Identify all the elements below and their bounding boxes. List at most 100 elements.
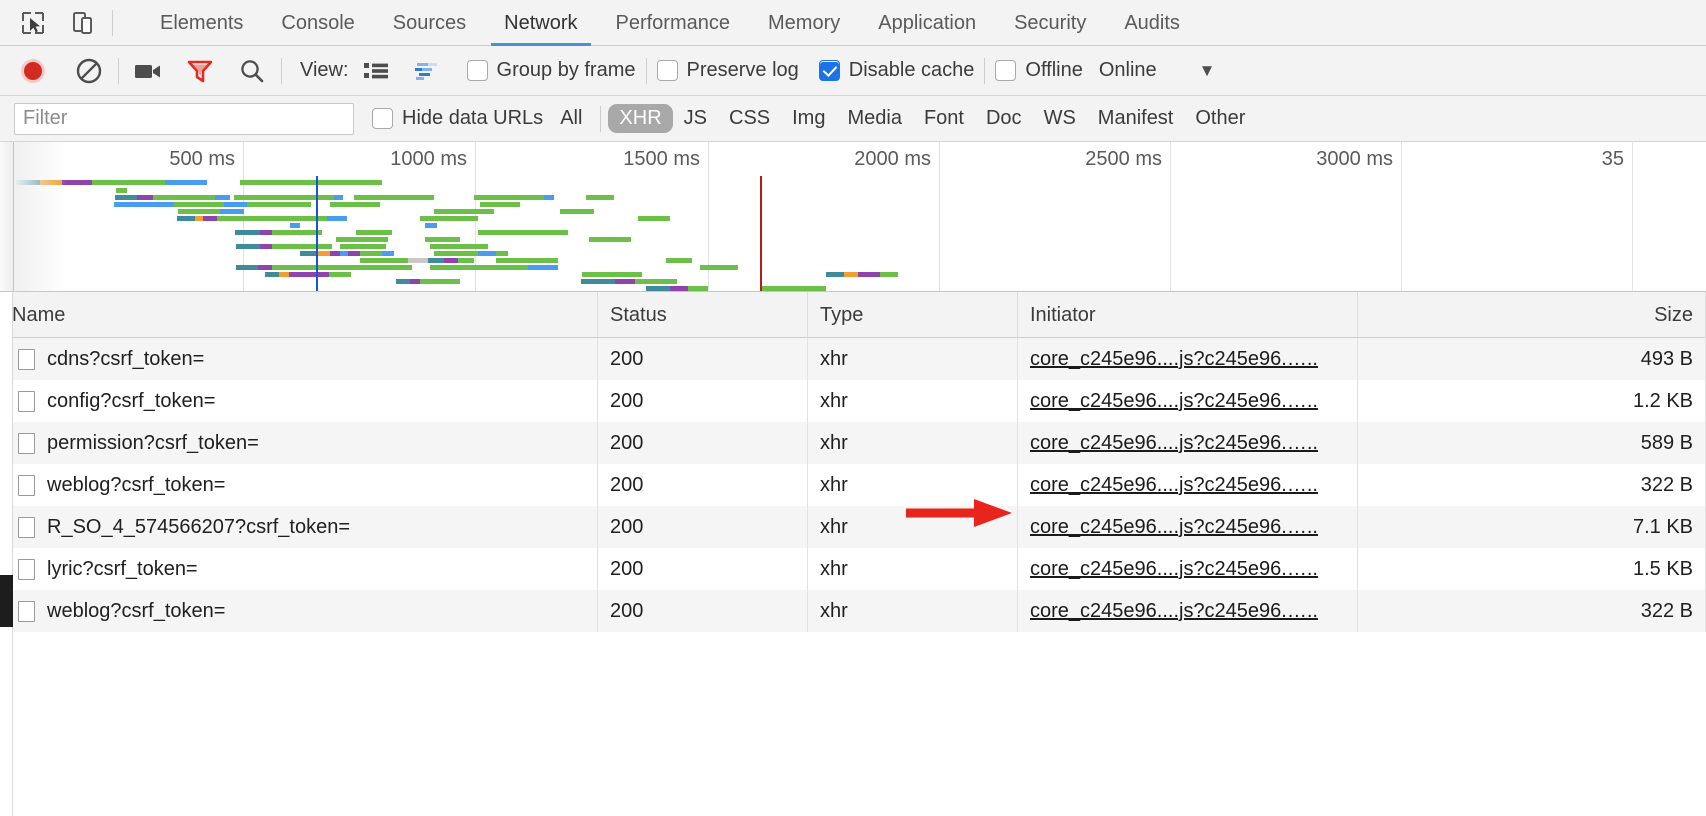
network-overview-timeline[interactable]: 500 ms1000 ms1500 ms2000 ms2500 ms3000 m… (0, 142, 1706, 292)
column-header-initiator[interactable]: Initiator (1018, 292, 1358, 338)
requests-table-header: NameStatusTypeInitiatorSize (0, 292, 1706, 338)
table-row[interactable]: permission?csrf_token=200xhrcore_c245e96… (0, 422, 1706, 464)
timeline-bar-segment (340, 251, 348, 256)
filter-type-manifest[interactable]: Manifest (1087, 104, 1185, 133)
filter-input[interactable] (14, 103, 354, 135)
timeline-bar-segment (318, 251, 330, 256)
chevron-down-icon[interactable]: ▼ (1199, 61, 1216, 81)
filter-type-media[interactable]: Media (836, 104, 912, 133)
cell-initiator[interactable]: core_c245e96....js?c245e96.….. (1018, 380, 1358, 422)
timeline-bar-segment (330, 202, 380, 207)
initiator-link[interactable]: core_c245e96....js?c245e96.….. (1030, 432, 1318, 454)
initiator-link[interactable]: core_c245e96....js?c245e96.….. (1030, 558, 1318, 580)
timeline-bar-segment (265, 272, 279, 277)
timeline-bar-segment (137, 195, 153, 200)
hide-data-urls-checkbox[interactable]: Hide data URLs (372, 107, 543, 130)
tabstrip-divider (112, 10, 113, 36)
column-header-size[interactable]: Size (1358, 292, 1706, 338)
filter-type-xhr[interactable]: XHR (608, 104, 672, 133)
timeline-request-bar (700, 265, 738, 270)
timeline-bar-segment (581, 279, 615, 284)
network-filter-bar: Hide data URLs All XHR JS CSS Img Media … (0, 96, 1706, 142)
table-row[interactable]: cdns?csrf_token=200xhrcore_c245e96....js… (0, 338, 1706, 380)
tab-sources[interactable]: Sources (374, 0, 485, 46)
preserve-log-checkbox[interactable]: Preserve log (657, 59, 799, 82)
filter-divider (600, 106, 601, 132)
timeline-bar-segment (458, 258, 474, 263)
timeline-bar-segment (880, 272, 898, 277)
tab-label: Network (504, 12, 577, 34)
filter-icon[interactable] (181, 52, 219, 90)
timeline-bar-segment (177, 216, 195, 221)
device-toolbar-icon[interactable] (68, 8, 98, 38)
checkbox-box (467, 60, 488, 81)
cell-size: 493 B (1358, 338, 1706, 380)
tab-console[interactable]: Console (262, 0, 373, 46)
timeline-bar-segment (382, 251, 394, 256)
offline-checkbox[interactable]: Offline (995, 59, 1082, 82)
request-name: weblog?csrf_token= (47, 590, 225, 632)
table-row[interactable]: weblog?csrf_token=200xhrcore_c245e96....… (0, 590, 1706, 632)
timeline-bar-segment (336, 237, 388, 242)
timeline-bar-segment (444, 258, 458, 263)
filter-type-other[interactable]: Other (1184, 104, 1256, 133)
scrollbar-thumb[interactable] (0, 575, 13, 627)
timeline-request-bar (560, 209, 594, 214)
table-left-gutter (0, 292, 13, 816)
filter-type-js[interactable]: JS (673, 104, 718, 133)
timeline-request-bar (234, 195, 343, 200)
timeline-request-bar (434, 209, 494, 214)
disable-cache-checkbox[interactable]: Disable cache (819, 59, 975, 82)
tab-security[interactable]: Security (995, 0, 1105, 46)
group-by-frame-checkbox[interactable]: Group by frame (467, 59, 636, 82)
initiator-link[interactable]: core_c245e96....js?c245e96.….. (1030, 348, 1318, 370)
capture-screenshots-icon[interactable] (129, 52, 167, 90)
filter-type-css[interactable]: CSS (718, 104, 781, 133)
timeline-request-bar (236, 265, 412, 270)
initiator-link[interactable]: core_c245e96....js?c245e96.….. (1030, 516, 1318, 538)
inspect-element-icon[interactable] (18, 8, 48, 38)
timeline-request-bar (297, 180, 382, 185)
cell-initiator[interactable]: core_c245e96....js?c245e96.….. (1018, 464, 1358, 506)
filter-type-doc[interactable]: Doc (975, 104, 1033, 133)
cell-initiator[interactable]: core_c245e96....js?c245e96.….. (1018, 590, 1358, 632)
record-button[interactable] (14, 52, 52, 90)
column-header-status[interactable]: Status (598, 292, 808, 338)
view-waterfall-icon[interactable] (409, 52, 447, 90)
cell-name: R_SO_4_574566207?csrf_token= (0, 506, 598, 548)
column-header-name[interactable]: Name (0, 292, 598, 338)
timeline-bar-segment (635, 279, 677, 284)
initiator-link[interactable]: core_c245e96....js?c245e96.….. (1030, 390, 1318, 412)
clear-button[interactable] (70, 52, 108, 90)
cell-initiator[interactable]: core_c245e96....js?c245e96.….. (1018, 506, 1358, 548)
tab-application[interactable]: Application (859, 0, 995, 46)
table-row[interactable]: R_SO_4_574566207?csrf_token=200xhrcore_c… (0, 506, 1706, 548)
table-row[interactable]: lyric?csrf_token=200xhrcore_c245e96....j… (0, 548, 1706, 590)
cell-initiator[interactable]: core_c245e96....js?c245e96.….. (1018, 422, 1358, 464)
timeline-bar-segment (408, 258, 428, 263)
cell-initiator[interactable]: core_c245e96....js?c245e96.….. (1018, 548, 1358, 590)
cell-initiator[interactable]: core_c245e96....js?c245e96.….. (1018, 338, 1358, 380)
search-icon[interactable] (233, 52, 271, 90)
timeline-bar-segment (279, 272, 289, 277)
timeline-bar-segment (589, 237, 631, 242)
tab-elements[interactable]: Elements (141, 0, 262, 46)
column-header-type[interactable]: Type (808, 292, 1018, 338)
tab-audits[interactable]: Audits (1105, 0, 1199, 46)
initiator-link[interactable]: core_c245e96....js?c245e96.….. (1030, 600, 1318, 622)
view-list-icon[interactable] (357, 52, 395, 90)
timeline-bar-segment (826, 272, 844, 277)
initiator-link[interactable]: core_c245e96....js?c245e96.….. (1030, 474, 1318, 496)
filter-type-img[interactable]: Img (781, 104, 836, 133)
filter-type-ws[interactable]: WS (1033, 104, 1087, 133)
tab-memory[interactable]: Memory (749, 0, 859, 46)
throttling-value[interactable]: Online (1099, 59, 1157, 82)
filter-type-font[interactable]: Font (913, 104, 975, 133)
tab-network[interactable]: Network (485, 0, 596, 46)
table-row[interactable]: weblog?csrf_token=200xhrcore_c245e96....… (0, 464, 1706, 506)
table-row[interactable]: config?csrf_token=200xhrcore_c245e96....… (0, 380, 1706, 422)
tab-performance[interactable]: Performance (597, 0, 750, 46)
cell-status: 200 (598, 464, 808, 506)
filter-type-all[interactable]: All (549, 104, 593, 133)
hide-data-urls-label: Hide data URLs (402, 107, 543, 130)
